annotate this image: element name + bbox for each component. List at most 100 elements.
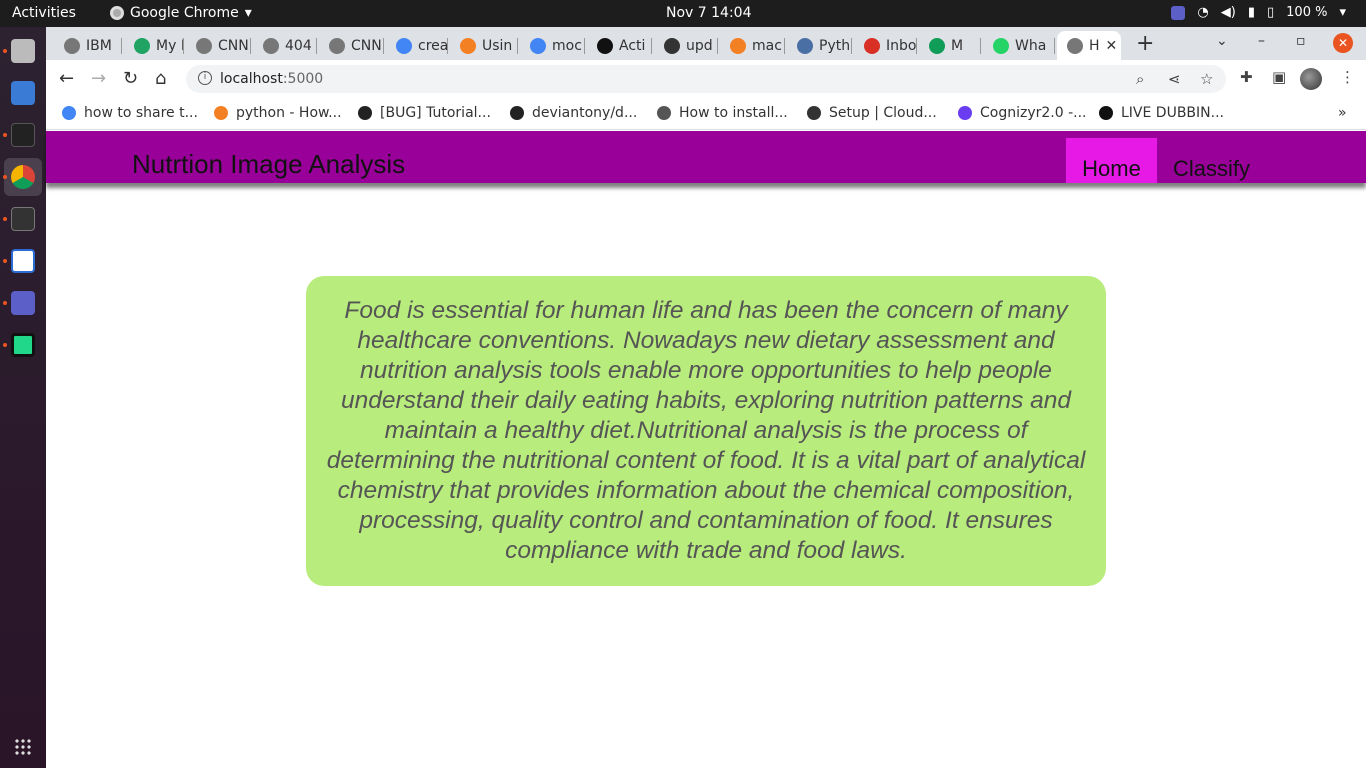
browser-tab[interactable]: CNN bbox=[319, 31, 384, 60]
browser-tab[interactable]: M bbox=[919, 31, 981, 60]
side-panel-icon[interactable]: ▣ bbox=[1272, 68, 1286, 86]
close-window-button[interactable]: ✕ bbox=[1333, 33, 1353, 53]
more-menu-icon[interactable]: ⋮ bbox=[1340, 68, 1355, 86]
terminal-icon[interactable] bbox=[11, 207, 35, 231]
bookmark-favicon-icon bbox=[958, 106, 972, 120]
more-bookmarks-icon[interactable]: » bbox=[1338, 105, 1347, 121]
bookmark-item[interactable]: deviantony/d... bbox=[510, 105, 637, 121]
minimize-button[interactable]: – bbox=[1258, 33, 1265, 49]
chrome-dock-icon[interactable] bbox=[11, 165, 35, 189]
tab-strip: IBM My D CNN 404 CNN crea Usin moc Acti upd mac Pyt… bbox=[46, 27, 1366, 60]
address-url: localhost:5000 bbox=[220, 71, 323, 87]
browser-tab[interactable]: CNN bbox=[186, 31, 251, 60]
activities-button[interactable]: Activities bbox=[12, 5, 76, 21]
code-editor-icon[interactable] bbox=[11, 123, 35, 147]
bookmark-favicon-icon bbox=[510, 106, 524, 120]
tab-favicon-icon bbox=[730, 37, 746, 54]
running-indicator bbox=[3, 217, 7, 221]
bookmark-item[interactable]: Setup | Cloud... bbox=[807, 105, 937, 121]
profile-avatar[interactable] bbox=[1300, 68, 1322, 90]
tab-label: Pyth bbox=[819, 37, 851, 54]
browser-tab[interactable]: Pyth bbox=[787, 31, 852, 60]
teams-tray-icon[interactable] bbox=[1171, 5, 1186, 20]
text-editor-icon[interactable] bbox=[11, 249, 35, 273]
bookmark-item[interactable]: python - How... bbox=[214, 105, 342, 121]
tab-label: Usin bbox=[482, 37, 513, 54]
battery-percentage: 100 % bbox=[1286, 5, 1328, 20]
tab-active[interactable]: H ✕ bbox=[1057, 31, 1121, 60]
files-icon[interactable] bbox=[11, 39, 35, 63]
tab-label: Wha bbox=[1015, 37, 1047, 54]
bookmark-label: python - How... bbox=[236, 105, 342, 121]
browser-tab[interactable]: Usin bbox=[450, 31, 518, 60]
intro-card: Food is essential for human life and has… bbox=[306, 276, 1106, 586]
bookmark-favicon-icon bbox=[1099, 106, 1113, 120]
site-header: Nutrtion Image Analysis Home Classify bbox=[46, 131, 1366, 183]
site-info-icon[interactable]: i bbox=[198, 71, 212, 85]
browser-tab[interactable]: 404 bbox=[253, 31, 317, 60]
tab-label: CNN bbox=[351, 37, 382, 54]
browser-tab[interactable]: IBM bbox=[54, 31, 122, 60]
clock[interactable]: Nov 7 14:04 bbox=[666, 5, 751, 21]
tab-favicon-icon bbox=[597, 37, 613, 54]
bookmark-favicon-icon bbox=[657, 106, 671, 120]
nav-home-link[interactable]: Home bbox=[1066, 138, 1157, 183]
bookmark-label: Cognizyr2.0 -... bbox=[980, 105, 1087, 121]
bookmark-item[interactable]: [BUG] Tutorial... bbox=[358, 105, 491, 121]
tab-favicon-icon bbox=[1067, 37, 1083, 54]
running-indicator bbox=[3, 133, 7, 137]
home-button[interactable]: ⌂ bbox=[155, 68, 166, 89]
bookmark-star-icon[interactable]: ☆ bbox=[1200, 70, 1213, 88]
close-tab-icon[interactable]: ✕ bbox=[1106, 38, 1118, 54]
address-bar[interactable]: i localhost:5000 ⌕ ⋖ ☆ bbox=[186, 65, 1226, 93]
reload-button[interactable]: ↻ bbox=[123, 68, 138, 89]
tab-label: moc bbox=[552, 37, 582, 54]
back-button[interactable]: ← bbox=[59, 68, 74, 89]
browser-tab[interactable]: crea bbox=[386, 31, 448, 60]
bookmark-item[interactable]: How to install... bbox=[657, 105, 788, 121]
browser-tab[interactable]: upd bbox=[654, 31, 718, 60]
browser-tab[interactable]: My D bbox=[124, 31, 184, 60]
app-menu[interactable]: Google Chrome ▾ bbox=[110, 5, 252, 21]
tab-favicon-icon bbox=[929, 37, 945, 54]
zoom-icon[interactable]: ⌕ bbox=[1136, 70, 1144, 88]
extensions-icon[interactable]: ✚ bbox=[1240, 68, 1253, 86]
tab-favicon-icon bbox=[530, 37, 546, 54]
maximize-button[interactable]: ▫ bbox=[1296, 33, 1306, 49]
share-icon[interactable]: ⋖ bbox=[1168, 70, 1181, 88]
teams-dock-icon[interactable] bbox=[11, 291, 35, 315]
url-port: :5000 bbox=[282, 71, 324, 87]
browser-tab[interactable]: moc bbox=[520, 31, 585, 60]
pycharm-icon[interactable] bbox=[11, 333, 35, 357]
forward-button[interactable]: → bbox=[91, 68, 106, 89]
bookmark-item[interactable]: LIVE DUBBIN... bbox=[1099, 105, 1224, 121]
browser-tab[interactable]: Inbo bbox=[854, 31, 917, 60]
chrome-icon bbox=[110, 6, 124, 20]
microphone-icon: ▮ bbox=[1247, 5, 1255, 20]
tab-label: Acti bbox=[619, 37, 646, 54]
bookmark-item[interactable]: Cognizyr2.0 -... bbox=[958, 105, 1087, 121]
site-title: Nutrtion Image Analysis bbox=[132, 149, 406, 179]
screenshot-icon[interactable] bbox=[11, 81, 35, 105]
browser-tab[interactable]: mac bbox=[720, 31, 785, 60]
bookmark-item[interactable]: how to share t... bbox=[62, 105, 198, 121]
browser-tab[interactable]: Wha bbox=[983, 31, 1055, 60]
wifi-icon: ◔ bbox=[1197, 5, 1209, 20]
running-indicator bbox=[3, 175, 7, 179]
show-apps-grid-icon[interactable] bbox=[14, 738, 32, 756]
browser-tab[interactable]: Acti bbox=[587, 31, 652, 60]
bookmark-favicon-icon bbox=[358, 106, 372, 120]
new-tab-button[interactable]: + bbox=[1136, 31, 1154, 56]
tab-favicon-icon bbox=[263, 37, 279, 54]
battery-icon: ▯ bbox=[1267, 5, 1275, 20]
bookmark-label: how to share t... bbox=[84, 105, 198, 121]
bookmark-label: LIVE DUBBIN... bbox=[1121, 105, 1224, 121]
nav-classify-link[interactable]: Classify bbox=[1173, 156, 1250, 182]
tab-label: CNN bbox=[218, 37, 249, 54]
bookmark-label: [BUG] Tutorial... bbox=[380, 105, 491, 121]
system-tray[interactable]: ◔ ◀) ▮ ▯ 100 % ▾ bbox=[1171, 5, 1346, 20]
tab-search-icon[interactable]: ⌄ bbox=[1216, 33, 1228, 49]
chevron-down-icon: ▾ bbox=[1339, 5, 1346, 20]
bookmark-label: How to install... bbox=[679, 105, 788, 121]
dock bbox=[0, 27, 46, 768]
